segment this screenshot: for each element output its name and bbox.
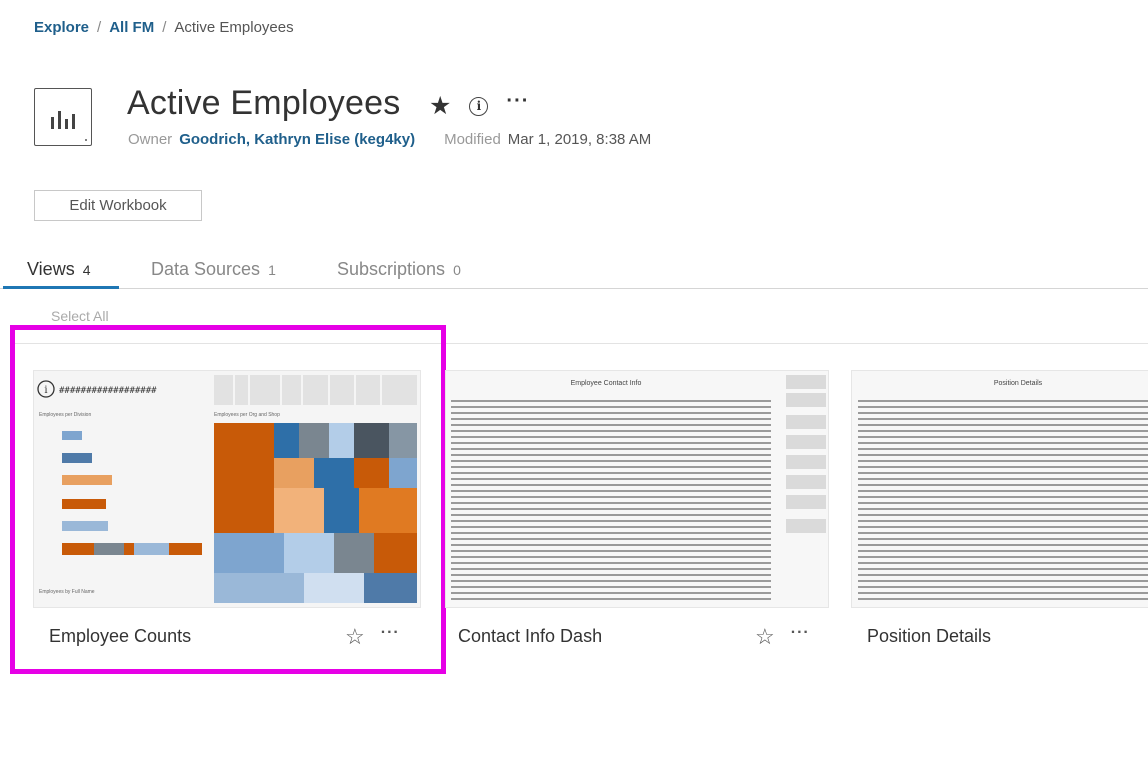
view-name[interactable]: Position Details	[867, 626, 991, 647]
star-outline-icon[interactable]: ☆	[755, 624, 775, 650]
title-actions: ★ i ···	[429, 90, 529, 121]
tab-views[interactable]: Views 4	[27, 259, 91, 280]
tab-label: Data Sources	[151, 259, 261, 279]
star-filled-icon[interactable]: ★	[429, 91, 451, 121]
view-thumbnail[interactable]: Position Details	[851, 370, 1148, 608]
svg-text:##################: ##################	[59, 386, 157, 396]
card-actions: ☆ ···	[345, 624, 400, 650]
svg-text:Employees per Org and Shop: Employees per Org and Shop	[214, 412, 280, 418]
breadcrumb: Explore / All FM / Active Employees	[34, 19, 294, 36]
breadcrumb-explore[interactable]: Explore	[34, 19, 89, 36]
workbook-icon	[34, 88, 92, 146]
tab-label: Views	[27, 259, 75, 279]
star-outline-icon[interactable]: ☆	[345, 624, 365, 650]
more-dots-icon[interactable]: ···	[791, 624, 810, 642]
view-thumbnail[interactable]: i ################## Employees per Divis…	[33, 370, 421, 608]
breadcrumb-all-fm[interactable]: All FM	[109, 19, 154, 36]
card-actions: ☆ ···	[755, 624, 810, 650]
thumbnail-title: Position Details	[994, 380, 1043, 387]
tab-label: Subscriptions	[337, 259, 446, 279]
workbook-meta: Owner Goodrich, Kathryn Elise (keg4ky) M…	[128, 131, 651, 148]
tab-count: 1	[268, 262, 276, 278]
modified-value: Mar 1, 2019, 8:38 AM	[507, 131, 652, 148]
tab-count: 0	[453, 262, 461, 278]
breadcrumb-separator: /	[97, 19, 102, 36]
page-title: Active Employees	[127, 84, 401, 122]
select-all-link[interactable]: Select All	[51, 308, 109, 324]
tab-count: 4	[82, 262, 91, 278]
more-dots-icon[interactable]: ···	[506, 90, 529, 113]
owner-label: Owner	[128, 131, 173, 148]
svg-text:Employees per Division: Employees per Division	[39, 412, 91, 418]
view-name[interactable]: Employee Counts	[49, 626, 191, 647]
breadcrumb-current: Active Employees	[174, 19, 294, 36]
breadcrumb-separator: /	[162, 19, 167, 36]
info-circle-icon[interactable]: i	[469, 96, 489, 116]
edit-workbook-button[interactable]: Edit Workbook	[34, 190, 202, 221]
tab-bar: Views 4 Data Sources 1 Subscriptions 0	[0, 255, 1148, 289]
owner-link[interactable]: Goodrich, Kathryn Elise (keg4ky)	[179, 131, 415, 148]
svg-text:i: i	[44, 385, 47, 396]
modified-label: Modified	[444, 131, 501, 148]
view-thumbnail[interactable]: Employee Contact Info	[445, 370, 829, 608]
more-dots-icon[interactable]: ···	[381, 624, 400, 642]
tab-data-sources[interactable]: Data Sources 1	[151, 259, 276, 280]
view-name[interactable]: Contact Info Dash	[458, 626, 602, 647]
active-tab-indicator	[3, 286, 119, 289]
svg-text:Employees by Full Name: Employees by Full Name	[39, 589, 95, 595]
tab-subscriptions[interactable]: Subscriptions 0	[337, 259, 461, 280]
thumbnail-title: Employee Contact Info	[571, 380, 642, 387]
